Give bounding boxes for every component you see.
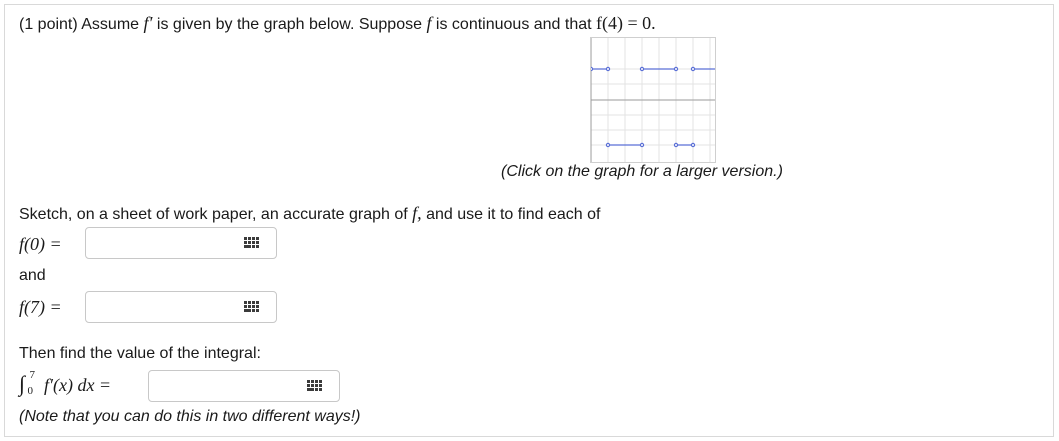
fprime-pieces <box>588 66 715 148</box>
keypad-icon[interactable] <box>244 237 260 249</box>
integral-lower: 0 <box>27 385 34 397</box>
integral-label: ∫ 7 0 f′(x) dx = <box>19 369 112 397</box>
sketch-f: f, <box>412 203 422 223</box>
intro-tail: is continuous and that <box>435 16 592 33</box>
sketch-instructions: Sketch, on a sheet of work paper, an acc… <box>19 203 600 224</box>
fprime-graph-thumbnail[interactable] <box>588 37 716 163</box>
answer-2-label: f(7) = <box>19 297 62 317</box>
intro-fprime: f′ <box>143 13 153 33</box>
intro-f: f <box>426 13 432 33</box>
problem-container: (1 point) Assume f′ is given by the grap… <box>4 4 1054 437</box>
intro-mid: is given by the graph below. Suppose <box>156 16 422 33</box>
graph-svg <box>588 38 715 162</box>
integrand: f′(x) dx = <box>44 375 112 395</box>
intro-prefix: (1 point) Assume <box>19 16 140 33</box>
keypad-icon[interactable] <box>307 380 323 392</box>
keypad-icon[interactable] <box>244 301 260 313</box>
answer-1-label: f(0) = <box>19 234 62 254</box>
integral-upper: 7 <box>29 369 36 381</box>
graph-caption: (Click on the graph for a larger version… <box>501 163 783 180</box>
integral-sign: ∫ <box>19 371 26 396</box>
sketch-suffix: and use it to find each of <box>426 206 601 223</box>
integral-intro: Then find the value of the integral: <box>19 345 261 362</box>
and-text: and <box>19 267 46 284</box>
sketch-prefix: Sketch, on a sheet of work paper, an acc… <box>19 206 408 223</box>
problem-intro: (1 point) Assume f′ is given by the grap… <box>19 13 656 34</box>
intro-condition: f(4) = 0. <box>596 13 656 33</box>
note-text: (Note that you can do this in two differ… <box>19 408 361 425</box>
